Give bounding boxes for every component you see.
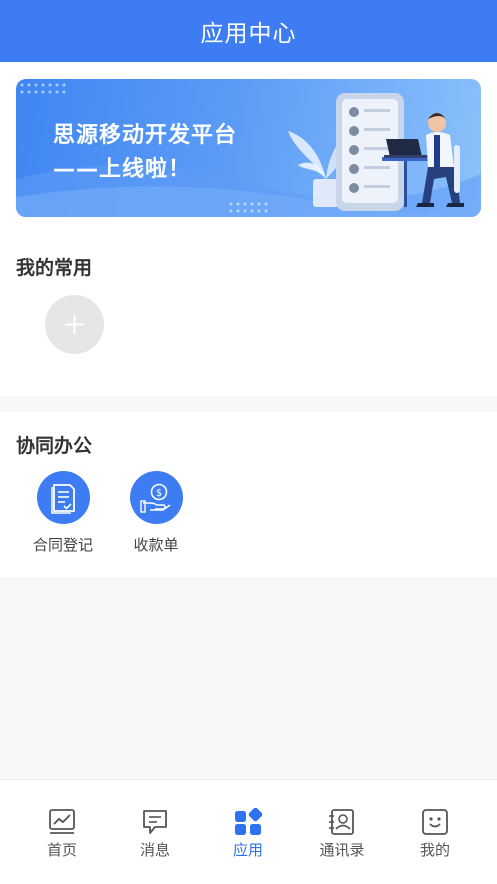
message-icon [143, 810, 167, 834]
receipt-app-icon-bg: $ [129, 471, 183, 524]
contacts-icon [329, 809, 354, 835]
tab-label-home: 首页 [46, 841, 77, 859]
app-contract-registration[interactable]: 合同登记 [18, 471, 108, 555]
promo-banner[interactable]: 思源移动开发平台 ——上线啦！ [16, 79, 481, 217]
app-label-receipt: 收款单 [133, 536, 179, 554]
tab-contacts[interactable]: 通讯录 [302, 808, 382, 860]
payment-hand-coin-icon: $ [139, 483, 170, 513]
contract-app-icon-bg [36, 471, 90, 524]
banner-subheadline: ——上线啦！ [53, 157, 192, 182]
collab-title: 协同办公 [16, 435, 93, 457]
app-receipt[interactable]: $ 收款单 [111, 471, 201, 555]
bottom-tab-bar: 首页 消息 应用 通讯录 我的 [0, 779, 497, 884]
tab-messages[interactable]: 消息 [115, 808, 195, 860]
page-title: 应用中心 [200, 21, 297, 47]
tab-label-contacts: 通讯录 [319, 841, 365, 859]
svg-text:$: $ [155, 488, 161, 499]
home-chart-icon [49, 809, 75, 834]
tab-apps[interactable]: 应用 [208, 808, 288, 860]
app-label-contract: 合同登记 [32, 536, 93, 554]
tab-label-apps: 应用 [232, 841, 263, 859]
tab-profile[interactable]: 我的 [395, 808, 475, 860]
tab-label-profile: 我的 [419, 841, 450, 859]
collab-section: 协同办公 合同登记 $ 收款单 [0, 412, 497, 577]
banner-section: 思源移动开发平台 ——上线啦！ [0, 62, 497, 233]
app-header: 应用中心 [0, 0, 497, 62]
contract-document-icon [50, 484, 75, 514]
favorites-title: 我的常用 [16, 257, 93, 279]
tab-home[interactable]: 首页 [22, 808, 102, 860]
plus-icon [65, 315, 84, 334]
add-favorite-button[interactable] [45, 295, 104, 354]
tab-label-messages: 消息 [139, 841, 170, 859]
apps-grid-icon [235, 808, 262, 835]
profile-smile-icon [422, 809, 448, 835]
favorites-section: 我的常用 [0, 233, 497, 396]
banner-headline: 思源移动开发平台 [53, 123, 238, 148]
